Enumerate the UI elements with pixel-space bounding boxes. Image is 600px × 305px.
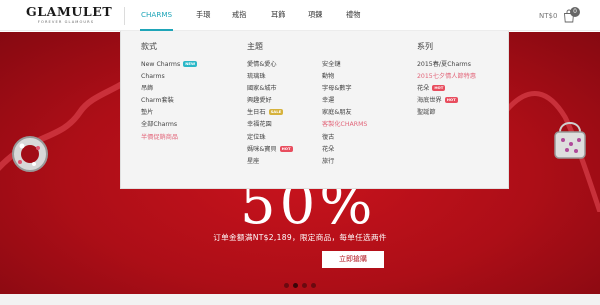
- menu-link-label: 媽咪&寶貝: [247, 145, 277, 153]
- menu-column-themes: 主題 愛情&愛心 琉璃珠 國家&城市 興趣愛好 生日石 SALE 幸福花園 定位珠…: [247, 41, 293, 168]
- nav-item-necklaces[interactable]: 項鍊: [308, 10, 322, 20]
- brand-tagline: FOREVER GLAMOURS: [37, 20, 95, 24]
- nav-item-bracelets[interactable]: 手環: [196, 10, 210, 20]
- brand-logo[interactable]: GLAMULET FOREVER GLAMOURS: [26, 4, 113, 29]
- site-header: GLAMULET FOREVER GLAMOURS CHARMS 手環 戒指 耳…: [0, 0, 600, 31]
- menu-link-under-the-sea[interactable]: 海底世界 HOT: [417, 95, 476, 107]
- menu-column-title: 系列: [417, 42, 433, 51]
- charm-ring-image: [0, 81, 120, 172]
- menu-link-label: 花朵: [417, 85, 430, 93]
- menu-link-garden[interactable]: 幸福花園: [247, 119, 293, 131]
- hot-badge: HOT: [432, 85, 446, 92]
- menu-link-pendants[interactable]: 吊飾: [141, 83, 197, 95]
- menu-link-animals[interactable]: 動物: [322, 71, 367, 83]
- menu-link-birthstones[interactable]: 生日石 SALE: [247, 107, 293, 119]
- nav-item-gifts[interactable]: 禮物: [346, 10, 360, 20]
- brand-name: GLAMULET: [26, 4, 113, 19]
- menu-column-title: 款式: [141, 42, 157, 51]
- header-divider: [124, 7, 125, 25]
- menu-link-mom-baby[interactable]: 媽咪&寶貝 HOT: [247, 144, 293, 156]
- menu-link-stoppers[interactable]: 定位珠: [247, 132, 293, 144]
- cart-count-badge: 0: [570, 7, 580, 17]
- menu-link-custom-charms[interactable]: 客製化CHARMS: [322, 119, 367, 131]
- menu-link-spacers[interactable]: 墊片: [141, 107, 197, 119]
- menu-link-murano-glass[interactable]: 琉璃珠: [247, 71, 293, 83]
- new-badge: NEW: [183, 61, 198, 67]
- hot-badge: HOT: [279, 145, 293, 152]
- menu-link-safety-chain[interactable]: 安全鏈: [322, 59, 367, 71]
- slider-dot-active[interactable]: [293, 283, 298, 288]
- menu-column-styles: 款式 New Charms NEW Charms 吊飾 Charm套裝 墊片 全部…: [141, 41, 198, 144]
- buy-now-button[interactable]: 立即搶購: [322, 251, 384, 268]
- menu-link-love[interactable]: 愛情&愛心: [247, 59, 293, 71]
- charm-bag-image: [505, 91, 600, 212]
- menu-link-qixi[interactable]: 2015七夕情人節特惠: [417, 71, 476, 83]
- hot-badge: HOT: [444, 97, 458, 104]
- cart-total[interactable]: NT$0: [539, 12, 557, 20]
- menu-link-collection-flowers[interactable]: 花朵 HOT: [417, 83, 476, 95]
- menu-link-label: 生日石: [247, 109, 266, 117]
- menu-link-hobbies[interactable]: 興趣愛好: [247, 95, 293, 107]
- nav-item-charms[interactable]: CHARMS: [141, 10, 172, 20]
- hero-promo-text: 订单金额满NT$2,189，限定商品，每单任选两件: [213, 233, 387, 242]
- menu-column-themes-2: 安全鏈 動物 字母&數字 幸運 家庭&朋友 客製化CHARMS 復古 花朵 旅行: [322, 59, 367, 168]
- sale-badge: SALE: [268, 109, 284, 116]
- menu-column-title: 主題: [247, 42, 263, 51]
- menu-link-letters[interactable]: 字母&數字: [322, 83, 367, 95]
- menu-link-label: New Charms: [141, 61, 181, 68]
- menu-link-label: 海底世界: [417, 97, 442, 105]
- menu-link-family[interactable]: 家庭&朋友: [322, 107, 367, 119]
- menu-link-charm-sets[interactable]: Charm套裝: [141, 95, 197, 107]
- menu-link-travel[interactable]: 旅行: [322, 156, 367, 168]
- slider-dot[interactable]: [311, 283, 316, 288]
- slider-dots: [284, 283, 320, 289]
- menu-column-collections: 系列 2015春/夏Charms 2015七夕情人節特惠 花朵 HOT 海底世界 H…: [417, 41, 476, 119]
- menu-link-new-charms[interactable]: New Charms NEW: [141, 59, 198, 71]
- menu-link-luck[interactable]: 幸運: [322, 95, 367, 107]
- nav-item-earrings[interactable]: 耳飾: [271, 10, 285, 20]
- nav-item-rings[interactable]: 戒指: [232, 10, 246, 20]
- page-bottom-strip: [0, 294, 600, 305]
- menu-link-charms[interactable]: Charms: [141, 71, 197, 83]
- menu-link-countries[interactable]: 國家&城市: [247, 83, 293, 95]
- menu-link-zodiac[interactable]: 星座: [247, 156, 293, 168]
- menu-link-christmas[interactable]: 聖誕節: [417, 107, 476, 119]
- slider-dot[interactable]: [302, 283, 307, 288]
- menu-link-all-charms[interactable]: 全部Charms: [141, 119, 197, 131]
- menu-link-flowers[interactable]: 花朵: [322, 144, 367, 156]
- charms-mega-menu: 款式 New Charms NEW Charms 吊飾 Charm套裝 墊片 全部…: [120, 31, 509, 189]
- menu-link-spring-summer[interactable]: 2015春/夏Charms: [417, 59, 476, 71]
- menu-link-vintage[interactable]: 復古: [322, 132, 367, 144]
- menu-link-half-price[interactable]: 半價促銷商品: [141, 132, 197, 144]
- slider-dot[interactable]: [284, 283, 289, 288]
